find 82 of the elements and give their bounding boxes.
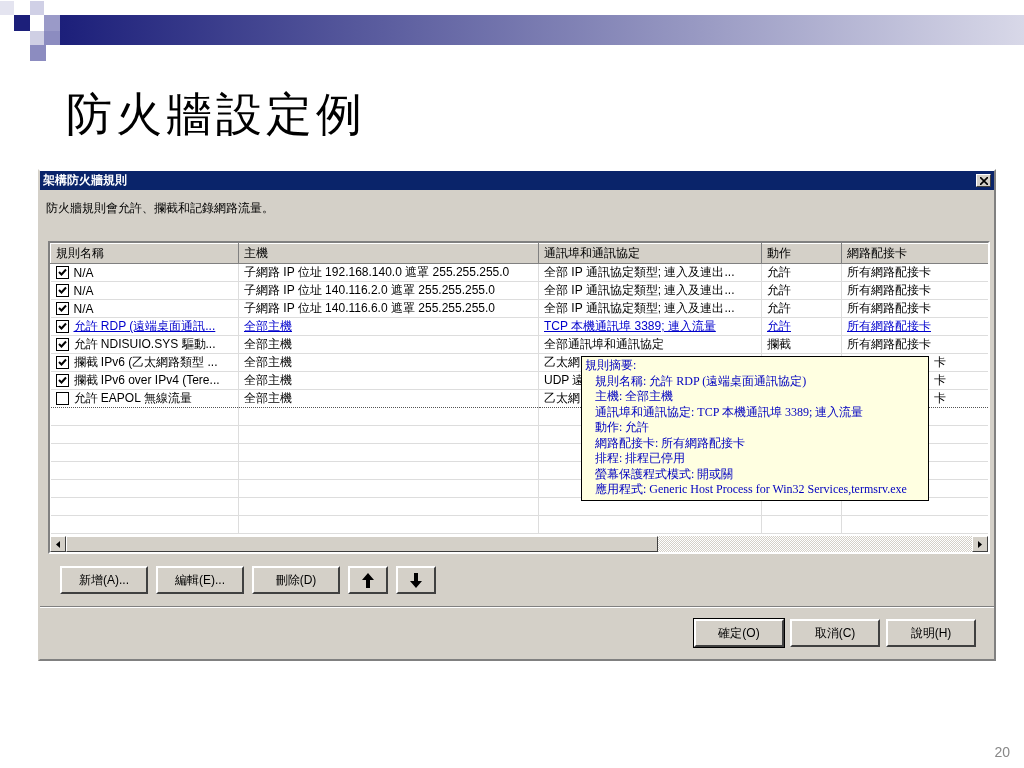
dialog-button[interactable]: 說明(H) [886, 619, 976, 647]
checkbox[interactable] [55, 302, 69, 315]
table-cell: 卡 [934, 355, 946, 369]
slide-title: 防火牆設定例 [66, 88, 366, 142]
tooltip-heading: 規則摘要: [585, 358, 638, 374]
table-cell: 全部通訊埠和通訊協定 [544, 337, 664, 351]
table-cell: 所有網路配接卡 [847, 283, 931, 297]
table-row[interactable]: N/A 子網路 IP 位址 192.168.140.0 遮罩 255.255.255.0 全部 IP 通訊協定類型; 連入及連出... 允許 所有網路配接卡 [50, 263, 988, 282]
table-cell: 所有網路配接卡 [847, 265, 931, 279]
table-cell: 乙太網 [544, 391, 580, 405]
action-button[interactable]: 新增(A)... [60, 566, 148, 594]
table-cell: 允許 [767, 301, 791, 315]
scroll-left-icon [56, 540, 60, 548]
table-cell: 所有網路配接卡 [847, 301, 931, 315]
rule-name: 允許 NDISUIO.SYS 驅動... [73, 336, 216, 353]
rule-name: 允許 EAPOL 無線流量 [73, 390, 192, 407]
rule-name: N/A [73, 301, 94, 316]
table-cell: 全部 IP 通訊協定類型; 連入及連出... [544, 265, 735, 279]
checkbox[interactable] [55, 374, 69, 387]
tooltip-line: 主機: 全部主機 [594, 389, 675, 405]
checkbox[interactable] [55, 392, 69, 405]
rule-name: 攔截 IPv6 (乙太網路類型 ... [73, 354, 218, 371]
table-cell: 乙太網 [544, 355, 580, 369]
table-cell[interactable]: 所有網路配接卡 [847, 319, 931, 333]
table-cell: 子網路 IP 位址 140.116.2.0 遮罩 255.255.255.0 [244, 283, 496, 297]
rule-name: 攔截 IPv6 over IPv4 (Tere... [73, 372, 220, 389]
table-cell: 全部 IP 通訊協定類型; 連入及連出... [544, 283, 735, 297]
tooltip-line: 動作: 允許 [594, 420, 651, 436]
column-header[interactable]: 網路配接卡 [841, 243, 988, 264]
column-header[interactable]: 主機 [238, 243, 539, 264]
table-cell: 全部 IP 通訊協定類型; 連入及連出... [544, 301, 735, 315]
table-cell: 全部主機 [244, 391, 292, 405]
table-cell: 全部主機 [244, 355, 292, 369]
checkbox[interactable] [55, 284, 69, 297]
tooltip-line: 應用程式: Generic Host Process for Win32 Services,termsrv.exe [594, 482, 908, 498]
tooltip-line: 網路配接卡: 所有網路配接卡 [594, 435, 747, 451]
table-cell: 允許 [767, 265, 791, 279]
window-title: 架構防火牆規則 [43, 172, 127, 189]
rule-name: N/A [73, 283, 94, 298]
table-cell[interactable]: 全部主機 [244, 319, 292, 333]
dialog-button[interactable]: 確定(O) [694, 619, 784, 647]
table-cell: 卡 [934, 391, 946, 405]
move-down-button[interactable] [396, 566, 436, 594]
table-cell: 所有網路配接卡 [847, 337, 931, 351]
tooltip-line: 螢幕保護程式模式: 開或關 [594, 466, 735, 482]
rule-name: N/A [73, 265, 94, 280]
table-cell[interactable]: 允許 [767, 319, 791, 333]
checkbox[interactable] [55, 338, 69, 351]
table-row[interactable]: N/A 子網路 IP 位址 140.116.2.0 遮罩 255.255.255.0 全部 IP 通訊協定類型; 連入及連出... 允許 所有網路配接卡 [50, 281, 988, 300]
column-header[interactable]: 通訊埠和通訊協定 [538, 243, 762, 264]
table-cell[interactable]: TCP 本機通訊埠 3389; 連入流量 [544, 319, 716, 333]
table-cell: 子網路 IP 位址 140.116.6.0 遮罩 255.255.255.0 [244, 301, 496, 315]
close-button[interactable] [976, 174, 991, 187]
checkbox[interactable] [55, 356, 69, 369]
action-button[interactable]: 編輯(E)... [156, 566, 244, 594]
table-cell: 全部主機 [244, 373, 292, 387]
checkbox[interactable] [55, 320, 69, 333]
horizontal-scrollbar[interactable] [50, 536, 988, 552]
table-row[interactable]: 允許 RDP (遠端桌面通訊... 全部主機 TCP 本機通訊埠 3389; 連入流量 允許 所有網路配接卡 [50, 317, 988, 336]
table-cell: 子網路 IP 位址 192.168.140.0 遮罩 255.255.255.0 [244, 265, 510, 279]
tooltip-line: 規則名稱: 允許 RDP (遠端桌面通訊協定) [594, 373, 808, 389]
table-cell: 攔截 [767, 337, 791, 351]
rule-name[interactable]: 允許 RDP (遠端桌面通訊... [73, 318, 216, 335]
action-button[interactable]: 刪除(D) [252, 566, 340, 594]
scroll-right-icon [978, 540, 982, 548]
close-icon [979, 176, 988, 185]
column-header[interactable]: 規則名稱 [50, 243, 239, 264]
dialog-button[interactable]: 取消(C) [790, 619, 880, 647]
table-cell: 全部主機 [244, 337, 292, 351]
move-up-button[interactable] [348, 566, 388, 594]
table-cell: 允許 [767, 283, 791, 297]
table-row[interactable]: N/A 子網路 IP 位址 140.116.6.0 遮罩 255.255.255.0 全部 IP 通訊協定類型; 連入及連出... 允許 所有網路配接卡 [50, 299, 988, 318]
tooltip-line: 排程: 排程已停用 [594, 451, 687, 467]
scroll-thumb[interactable] [66, 536, 658, 552]
table-row[interactable]: 允許 NDISUIO.SYS 驅動... 全部主機 全部通訊埠和通訊協定 攔截 所有網路配接卡 [50, 335, 988, 354]
down-arrow-icon [410, 572, 422, 588]
page-number: 20 [994, 744, 1010, 760]
up-arrow-icon [362, 572, 374, 588]
checkbox[interactable] [55, 266, 69, 279]
column-header[interactable]: 動作 [761, 243, 842, 264]
description-text: 防火牆規則會允許、攔截和記錄網路流量。 [46, 200, 275, 217]
table-cell: 卡 [934, 373, 946, 387]
